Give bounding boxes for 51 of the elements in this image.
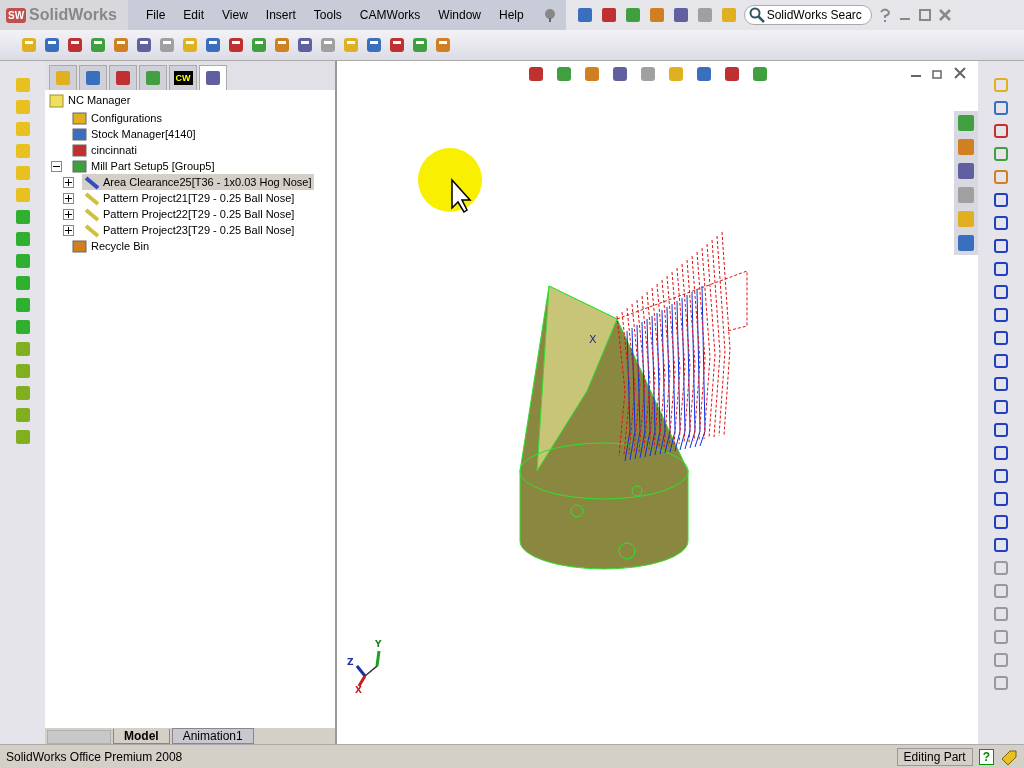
tree-item[interactable]: Stock Manager[4140] <box>70 126 198 142</box>
tree-item[interactable]: Pattern Project23[T29 - 0.25 Ball Nose] <box>82 222 297 238</box>
search-field[interactable]: SolidWorks Searc <box>743 5 872 25</box>
menu-item[interactable]: File <box>146 8 166 22</box>
axis-triad <box>355 650 381 687</box>
restore-icon[interactable] <box>932 67 944 79</box>
tree-item[interactable]: Pattern Project22[T29 - 0.25 Ball Nose] <box>82 206 297 222</box>
tree-item[interactable]: Area Clearance25[T36 - 1x0.03 Hog Nose] <box>82 174 314 190</box>
model-tab[interactable]: Model <box>113 729 170 744</box>
panel-tab[interactable] <box>79 65 107 90</box>
menu-item[interactable]: CAMWorks <box>359 8 421 22</box>
menu-item[interactable]: Help <box>499 8 524 22</box>
tool-icon <box>84 174 100 190</box>
menu-item[interactable]: View <box>222 8 248 22</box>
logo-text: SolidWorks <box>29 6 117 24</box>
panel-tab[interactable] <box>109 65 137 90</box>
menu-item[interactable]: Edit <box>183 8 205 22</box>
tree-item[interactable]: NC Manager <box>47 92 133 108</box>
help-button[interactable]: ? <box>978 748 994 765</box>
menu-item[interactable]: Window <box>438 8 481 22</box>
menu-item[interactable]: Tools <box>313 8 342 22</box>
tree-item[interactable]: Mill Part Setup5 [Group5] <box>70 158 217 174</box>
axis-label: X <box>355 685 362 695</box>
close-icon[interactable] <box>937 8 952 22</box>
expand-toggle[interactable] <box>63 224 74 236</box>
axis-label: Z <box>347 657 354 667</box>
status-mode: Editing Part <box>896 747 973 766</box>
tool-icon <box>84 222 100 238</box>
search-icon <box>748 7 765 23</box>
logo-mark: SW <box>6 7 27 23</box>
expand-toggle[interactable] <box>63 192 74 204</box>
origin-label: X <box>589 333 597 346</box>
tree-item[interactable]: Configurations <box>70 110 164 126</box>
tag-icon[interactable] <box>1000 748 1018 765</box>
panel-tab[interactable] <box>199 65 227 90</box>
status-text: SolidWorks Office Premium 2008 <box>6 749 183 764</box>
axis-label: Y <box>375 639 382 649</box>
expand-toggle[interactable] <box>63 208 74 220</box>
maximize-icon[interactable] <box>917 8 932 22</box>
panel-tab[interactable]: CW <box>169 65 197 90</box>
cursor-highlight-icon <box>418 148 484 214</box>
tool-icon <box>84 206 100 222</box>
tree-item[interactable]: Recycle Bin <box>70 238 152 254</box>
close-icon[interactable] <box>954 67 966 79</box>
tree-item[interactable]: cincinnati <box>70 142 139 158</box>
menu-item[interactable]: Insert <box>265 8 296 22</box>
expand-toggle[interactable] <box>63 176 74 188</box>
expand-toggle[interactable] <box>51 160 62 172</box>
model-tab[interactable]: Animation1 <box>171 728 254 744</box>
tool-icon <box>84 190 100 206</box>
tree-item[interactable]: Pattern Project21[T29 - 0.25 Ball Nose] <box>82 190 297 206</box>
